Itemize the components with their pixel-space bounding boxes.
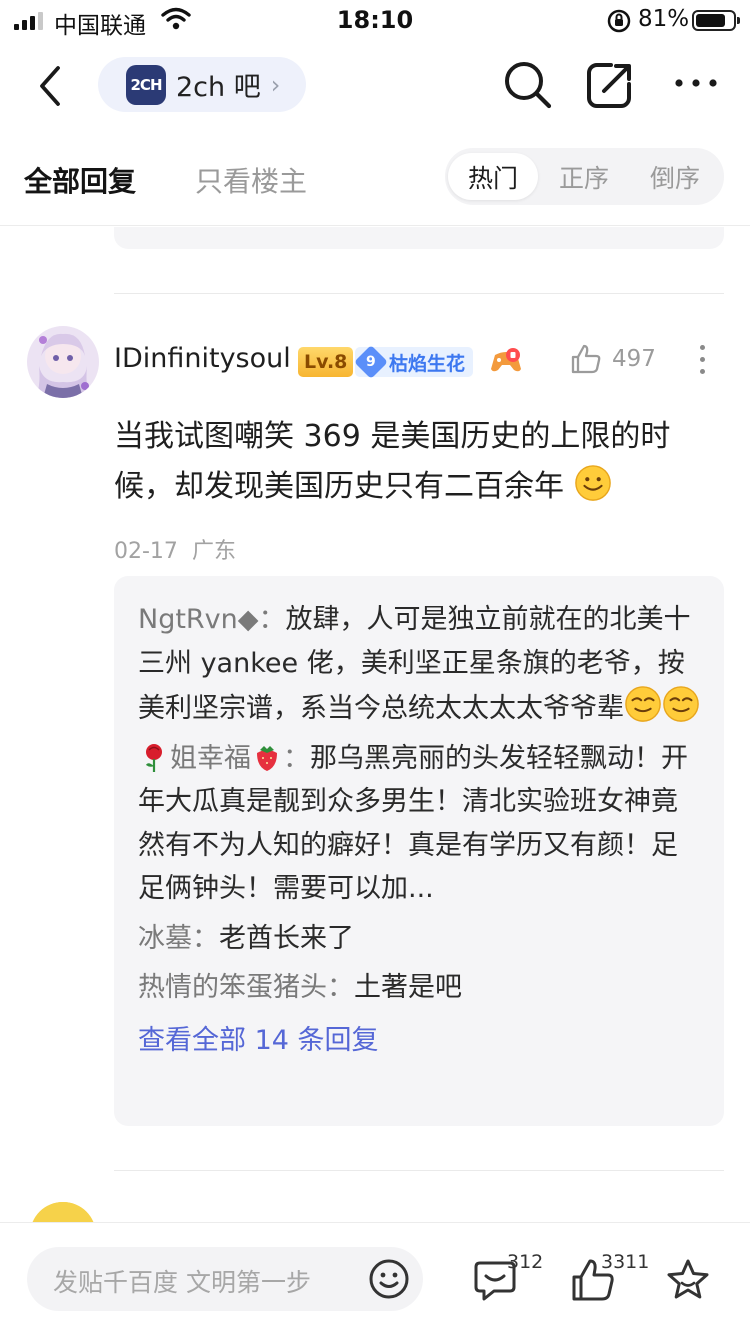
sub-reply-author[interactable]: NgtRvn◆: [138, 604, 259, 635]
sub-reply-text: 土著是吧: [354, 972, 462, 1003]
back-icon[interactable]: [34, 64, 68, 108]
orientation-lock-icon: [607, 9, 631, 33]
sort-switcher: 热门 正序 倒序: [445, 148, 724, 205]
bottom-action-bar: 发贴千百度 文明第一步 312 3311: [0, 1222, 750, 1334]
comment-count: 312: [507, 1251, 544, 1273]
tab-all-replies[interactable]: 全部回复: [24, 160, 136, 200]
tab-op-only[interactable]: 只看楼主: [195, 160, 307, 200]
more-icon[interactable]: [674, 78, 718, 88]
sub-reply-author[interactable]: 姐幸福: [170, 743, 251, 774]
sub-reply-author[interactable]: 冰墓: [138, 923, 192, 954]
post-content: 当我试图嘲笑 369 是美国历史的上限的时候，却发现美国历史只有二百余年: [114, 419, 671, 504]
share-icon[interactable]: [585, 60, 635, 110]
search-icon[interactable]: [503, 60, 553, 110]
sort-ascending[interactable]: 正序: [539, 153, 629, 200]
post-date: 02-17: [114, 539, 178, 564]
smirk-emoji-icon: [663, 686, 699, 722]
top-nav: 2CH 2ch 吧 ›: [0, 42, 750, 132]
gamepad-badge-icon: [491, 348, 521, 372]
post-meta: 02-17 广东: [114, 533, 236, 565]
smirk-emoji-icon: [625, 686, 661, 722]
forum-entry-button[interactable]: 2CH 2ch 吧 ›: [98, 57, 307, 112]
forum-name: 2ch 吧: [176, 72, 261, 103]
sort-descending[interactable]: 倒序: [630, 153, 720, 200]
strawberry-icon: [257, 745, 277, 771]
previous-reply-box: [114, 227, 724, 249]
reply-input-placeholder: 发贴千百度 文明第一步: [53, 1268, 311, 1297]
sub-reply[interactable]: 冰墓：老酋长来了: [138, 917, 700, 961]
like-total: 3311: [601, 1251, 650, 1273]
sort-hot[interactable]: 热门: [448, 153, 538, 200]
post-more-icon[interactable]: [700, 345, 708, 381]
favorite-star-icon[interactable]: [665, 1257, 711, 1303]
sub-reply[interactable]: NgtRvn◆：放肆，人可是独立前就在的北美十三州 yankee 佬，美利坚正星…: [138, 598, 700, 731]
sub-reply[interactable]: 热情的笨蛋猪头：土著是吧: [138, 966, 700, 1010]
fan-title: 枯焰生花: [389, 352, 466, 375]
sub-replies[interactable]: NgtRvn◆：放肆，人可是独立前就在的北美十三州 yankee 佬，美利坚正星…: [114, 576, 724, 1126]
reply-filter-bar: 全部回复 只看楼主 热门 正序 倒序: [0, 132, 750, 226]
smile-emoji-icon: [574, 465, 611, 501]
view-all-replies-link[interactable]: 查看全部 14 条回复: [138, 1016, 700, 1066]
post-location: 广东: [191, 539, 236, 564]
fan-badge: 9 枯焰生花: [354, 345, 474, 379]
level-badge: Lv.8: [298, 347, 354, 377]
divider: [114, 1170, 724, 1171]
battery-percent: 81%: [638, 6, 690, 32]
emoji-icon[interactable]: [367, 1257, 411, 1301]
battery-icon: [692, 10, 740, 31]
avatar[interactable]: [30, 1202, 96, 1222]
sub-reply-author[interactable]: 热情的笨蛋猪头: [138, 972, 327, 1003]
like-button[interactable]: 497: [570, 343, 656, 375]
sub-reply[interactable]: 姐幸福 ：那乌黑亮丽的头发轻轻飘动！开年大瓜真是靓到众多男生！清北实验班女神竟然有…: [138, 737, 700, 911]
avatar[interactable]: [27, 326, 99, 398]
fan-level: 9: [354, 345, 388, 379]
divider: [114, 293, 724, 294]
reply-input[interactable]: 发贴千百度 文明第一步: [27, 1247, 423, 1311]
chevron-right-icon: ›: [270, 70, 281, 99]
thumbs-up-icon: [571, 344, 601, 374]
username[interactable]: IDinfinitysoul: [114, 343, 291, 374]
forum-logo: 2CH: [126, 64, 166, 105]
like-count: 497: [612, 346, 656, 372]
status-bar: 中国联通 18:10 81%: [0, 0, 750, 42]
rose-icon: [146, 743, 162, 772]
sub-reply-text: 老酋长来了: [219, 922, 354, 954]
reply-list[interactable]: IDinfinitysoul Lv.8 9 枯焰生花 497 当我试图嘲笑 36…: [0, 227, 750, 1222]
